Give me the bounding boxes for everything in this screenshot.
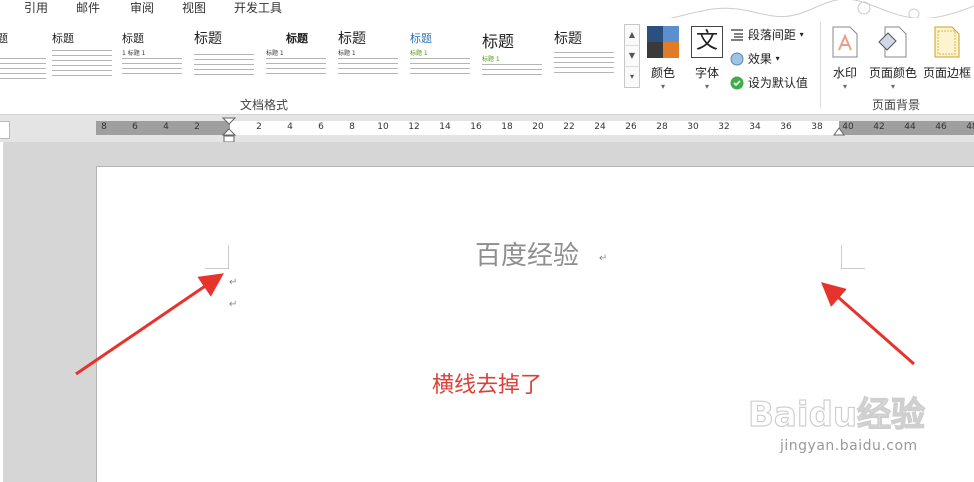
ruler-tick-label: 6 [318, 122, 324, 132]
colors-button[interactable]: 颜色 ▾ [644, 22, 682, 94]
style-thumb[interactable]: 标题 标题 1 [334, 28, 400, 100]
vertical-ruler [0, 142, 3, 482]
right-indent-marker-icon[interactable] [833, 127, 845, 137]
ruler-tick-label: 30 [687, 122, 699, 132]
effects-icon [730, 52, 744, 65]
set-as-default-button[interactable]: 设为默认值 [730, 74, 808, 91]
paragraph-spacing-label: 段落间距 [747, 28, 796, 42]
effects-label: 效果 [747, 52, 772, 66]
page-color-icon [878, 26, 907, 58]
ruler-tick-label: 8 [349, 122, 355, 132]
ribbon: 标题 标题 标题 1 标题 1 标题 标题 标题 1 标题 [0, 18, 974, 115]
ruler-tick-label: 12 [408, 122, 420, 132]
ruler-tick-label: 36 [780, 122, 792, 132]
chevron-down-icon: ▾ [842, 82, 847, 91]
tab-review[interactable]: 审阅 [130, 0, 154, 16]
paragraph-mark: ↵ [229, 277, 238, 288]
paragraph-spacing-icon [731, 28, 743, 41]
document-title[interactable]: 百度经验 [475, 235, 579, 272]
crop-mark-top-right [841, 245, 865, 269]
horizontal-ruler-area: 8 6 4 2 2 4 6 8 10 12 14 16 18 20 22 24 26 28 30 32 34 36 38 40… [0, 115, 974, 143]
fonts-button[interactable]: 文 字体 ▾ [688, 22, 726, 94]
ruler-tick-label: 26 [625, 122, 637, 132]
ruler-corner [0, 121, 10, 139]
gallery-scrollbar[interactable]: ▲ ▼ ▾ [624, 24, 640, 88]
tab-references[interactable]: 引用 [24, 0, 48, 16]
ruler-tick-label: 4 [163, 122, 169, 132]
page-color-label: 页面颜色 [868, 66, 917, 80]
scroll-down-icon[interactable]: ▼ [625, 46, 639, 67]
svg-text:Baidu经验: Baidu经验 [748, 395, 925, 435]
colors-icon [647, 26, 679, 58]
ruler-tick-label: 6 [132, 122, 138, 132]
style-thumb[interactable]: 标题 [550, 28, 616, 100]
ruler-tick-label: 14 [439, 122, 451, 132]
page-borders-button[interactable]: 页面边框 [920, 22, 974, 94]
style-thumb[interactable]: 标题 [190, 28, 256, 100]
paragraph-mark: ↵ [599, 253, 608, 264]
watermark-label: 水印 [832, 66, 857, 80]
style-thumb[interactable]: 标题 标题 1 [406, 28, 472, 100]
ruler-tick-label: 48 [966, 122, 974, 132]
ruler-tick-label: 38 [811, 122, 823, 132]
paragraph-spacing-button[interactable]: 段落间距 ▾ [730, 26, 804, 43]
group-label-document-formatting: 文档格式 [240, 98, 289, 112]
ruler-tick-label: 28 [656, 122, 668, 132]
ruler-tick-label: 44 [904, 122, 916, 132]
tab-developer[interactable]: 开发工具 [234, 0, 282, 16]
crop-mark-top-left [205, 245, 229, 269]
tab-view[interactable]: 视图 [182, 0, 206, 16]
ruler-tick-label: 4 [287, 122, 293, 132]
colors-label: 颜色 [650, 66, 675, 80]
tab-mailings[interactable]: 邮件 [76, 0, 100, 16]
style-thumb[interactable]: 标题 标题 1 [478, 28, 544, 100]
word-window: 引用 邮件 审阅 视图 开发工具 标题 标题 标题 1 标题 1 [0, 0, 974, 482]
ruler-tick-label: 2 [256, 122, 262, 132]
ruler-tick-label: 46 [935, 122, 947, 132]
paragraph-mark: ↵ [229, 299, 238, 310]
ruler-tick-label: 42 [873, 122, 885, 132]
style-thumb[interactable]: 标题 [48, 28, 114, 100]
ruler-tick-label: 16 [470, 122, 482, 132]
gallery-more-icon[interactable]: ▾ [625, 67, 639, 87]
ruler-tick-label: 34 [749, 122, 761, 132]
fonts-icon: 文 [691, 26, 723, 58]
page-borders-icon [934, 26, 960, 58]
chevron-down-icon: ▾ [660, 82, 665, 91]
watermark-icon [832, 26, 858, 58]
ruler-tick-label: 18 [501, 122, 513, 132]
group-separator [820, 22, 821, 108]
ruler-tick-label: 20 [532, 122, 544, 132]
page-color-button[interactable]: 页面颜色 ▾ [866, 22, 920, 94]
check-circle-icon [730, 76, 744, 89]
menu-bar: 引用 邮件 审阅 视图 开发工具 [0, 0, 974, 23]
style-set-gallery: 标题 标题 标题 1 标题 1 标题 标题 标题 1 标题 [0, 24, 624, 100]
style-thumb[interactable]: 标题 1 标题 1 [118, 28, 184, 100]
effects-button[interactable]: 效果 ▾ [730, 50, 780, 67]
set-as-default-label: 设为默认值 [747, 76, 808, 90]
annotation-text: 横线去掉了 [432, 373, 543, 398]
ruler-tick-label: 10 [377, 122, 389, 132]
style-thumb[interactable]: 标题 标题 1 [262, 28, 328, 100]
group-label-page-background: 页面背景 [872, 98, 921, 112]
indent-marker-icon[interactable] [222, 117, 236, 143]
watermark-button[interactable]: 水印 ▾ [826, 22, 864, 94]
ruler-tick-label: 24 [594, 122, 606, 132]
fonts-label: 字体 [694, 66, 719, 80]
chevron-down-icon: ▾ [775, 54, 780, 63]
scroll-up-icon[interactable]: ▲ [625, 25, 639, 46]
ruler-tick-label: 8 [101, 122, 107, 132]
ruler-tick-label: 32 [718, 122, 730, 132]
ruler-tick-label: 2 [194, 122, 200, 132]
chevron-down-icon: ▾ [799, 30, 804, 39]
page-borders-label: 页面边框 [922, 66, 971, 80]
style-thumb[interactable]: 标题 [0, 28, 48, 100]
chevron-down-icon: ▾ [704, 82, 709, 91]
chevron-down-icon: ▾ [890, 82, 895, 91]
watermark-url: jingyan.baidu.com [780, 438, 918, 454]
ruler-tick-label: 22 [563, 122, 575, 132]
